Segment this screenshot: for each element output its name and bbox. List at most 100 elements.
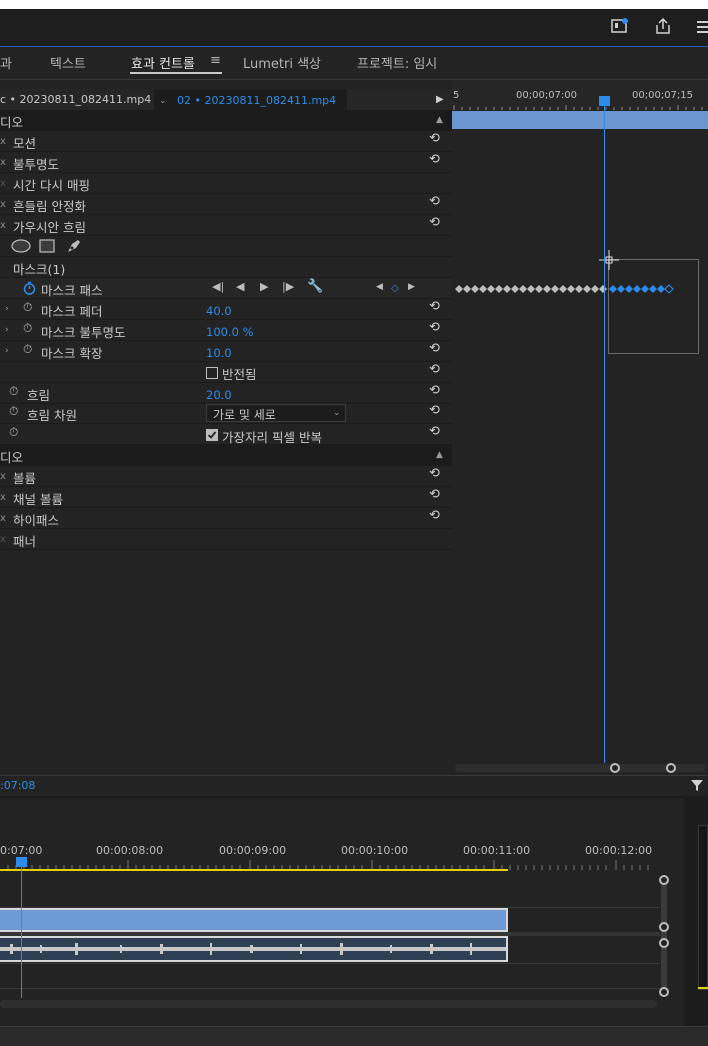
mask-opacity-value[interactable]: 100.0 %	[206, 325, 254, 339]
mask-path-stopwatch-icon[interactable]	[23, 281, 36, 298]
reset-icon[interactable]: ⟲	[429, 487, 440, 502]
collapse-up-icon[interactable]: ▲	[436, 115, 443, 125]
effect-playhead-handle[interactable]	[599, 96, 610, 106]
share-icon[interactable]	[654, 17, 672, 39]
video-section-header[interactable]	[0, 110, 452, 131]
row-volume[interactable]	[0, 466, 452, 487]
track-zoom-handle[interactable]	[659, 875, 669, 885]
stopwatch-icon[interactable]: ⏱	[23, 300, 32, 315]
fx-toggle-icon[interactable]: x	[0, 492, 6, 503]
inverted-checkbox[interactable]	[206, 367, 218, 379]
tab-lumetri-color[interactable]: Lumetri 색상	[243, 53, 321, 72]
track-divider	[0, 988, 660, 989]
row-panner[interactable]	[0, 529, 452, 550]
fx-toggle-icon[interactable]: x	[0, 471, 6, 482]
collapse-up-icon[interactable]: ▲	[436, 450, 443, 460]
pen-mask-icon[interactable]	[66, 238, 82, 257]
track-prev-frame-icon[interactable]: ◀	[236, 280, 244, 293]
track-zoom-handle[interactable]	[659, 987, 669, 997]
tab-text[interactable]: 텍스트	[50, 53, 86, 72]
track-zoom-handle[interactable]	[659, 938, 669, 948]
ruler-label-7-15: 00;00;07;15	[632, 90, 694, 101]
ellipse-mask-icon[interactable]	[11, 239, 31, 256]
stopwatch-icon[interactable]: ⏱	[23, 342, 32, 357]
audio-clip[interactable]	[0, 936, 508, 962]
chevron-down-icon[interactable]: ⌄	[159, 96, 167, 106]
track-backward-icon[interactable]: ◀|	[212, 280, 224, 293]
stopwatch-icon[interactable]: ⏱	[9, 404, 18, 419]
reset-icon[interactable]: ⟲	[429, 403, 440, 418]
timeline-playhead-handle[interactable]	[16, 857, 27, 867]
workspace-menu-icon[interactable]	[697, 19, 708, 38]
current-timecode[interactable]: :07:08	[0, 779, 35, 792]
track-scrollbar-vertical[interactable]	[661, 880, 667, 992]
reset-icon[interactable]: ⟲	[429, 341, 440, 356]
repeat-edge-checkbox[interactable]	[206, 429, 218, 441]
tab-project[interactable]: 프로젝트: 임시	[357, 53, 437, 72]
fx-toggle-icon[interactable]: x	[0, 220, 6, 231]
mask-feather-value[interactable]: 40.0	[206, 304, 232, 318]
reset-icon[interactable]: ⟲	[429, 299, 440, 314]
source-clip-name[interactable]: c • 20230811_082411.mp4	[0, 93, 151, 106]
fx-toggle-icon[interactable]: x	[0, 178, 6, 189]
mask-outline[interactable]	[608, 259, 699, 354]
track-zoom-handle[interactable]	[659, 922, 669, 932]
blurriness-value[interactable]: 20.0	[206, 388, 232, 402]
sequence-clip-name[interactable]: 02 • 20230811_082411.mp4	[177, 94, 336, 107]
panel-menu-icon[interactable]: ≡	[210, 53, 221, 68]
reset-icon[interactable]: ⟲	[429, 508, 440, 523]
stopwatch-icon[interactable]: ⏱	[9, 384, 18, 399]
add-keyframe-icon[interactable]: ◇	[391, 283, 399, 294]
row-channel-volume[interactable]	[0, 487, 452, 508]
scrollbar-handle-right[interactable]	[666, 763, 676, 773]
rectangle-mask-icon[interactable]	[39, 239, 55, 256]
app-header	[0, 9, 708, 47]
stopwatch-icon[interactable]: ⏱	[23, 321, 32, 336]
mask-expand-value[interactable]: 10.0	[206, 346, 232, 360]
reset-icon[interactable]: ⟲	[429, 152, 440, 167]
row-mask1[interactable]	[0, 257, 452, 278]
track-next-frame-icon[interactable]: ▶	[260, 280, 268, 293]
tab-effect-controls[interactable]: 효과 컨트롤	[131, 53, 195, 72]
reset-icon[interactable]: ⟲	[429, 466, 440, 481]
reset-icon[interactable]: ⟲	[429, 194, 440, 209]
reset-icon[interactable]: ⟲	[429, 383, 440, 398]
expand-arrow-icon[interactable]: ›	[5, 325, 9, 335]
tab-partial[interactable]: 과	[0, 53, 12, 72]
fx-toggle-icon[interactable]: x	[0, 513, 6, 524]
fx-toggle-icon[interactable]: x	[0, 157, 6, 168]
work-area-bar[interactable]	[0, 869, 508, 871]
row-opacity[interactable]	[0, 152, 452, 173]
scrollbar-handle-left[interactable]	[610, 763, 620, 773]
expand-arrow-icon[interactable]: ›	[5, 346, 9, 356]
filter-icon[interactable]	[690, 778, 704, 795]
wrench-icon[interactable]: 🔧	[307, 279, 323, 294]
timeline-scrollbar[interactable]	[0, 1000, 657, 1008]
audio-section-header[interactable]	[0, 445, 452, 466]
row-motion[interactable]	[0, 131, 452, 152]
prev-keyframe-icon[interactable]: ◀	[376, 282, 383, 292]
fx-toggle-icon[interactable]: x	[0, 199, 6, 210]
quick-export-icon[interactable]	[611, 18, 629, 38]
next-keyframe-icon[interactable]: ▶	[408, 282, 415, 292]
reset-icon[interactable]: ⟲	[429, 215, 440, 230]
reset-icon[interactable]: ⟲	[429, 424, 440, 439]
reset-icon[interactable]: ⟲	[429, 131, 440, 146]
reset-icon[interactable]: ⟲	[429, 362, 440, 377]
fx-toggle-icon[interactable]: x	[0, 136, 6, 147]
effect-clip-bar[interactable]	[452, 111, 708, 129]
motion-label: 모션	[13, 136, 37, 151]
fx-toggle-icon[interactable]: x	[0, 534, 6, 545]
effect-timeline-area[interactable]	[452, 80, 708, 775]
blurriness-label: 흐림	[27, 388, 51, 403]
mask-path-label: 마스크 패스	[41, 283, 103, 298]
chevron-down-icon[interactable]: ⌄	[333, 408, 341, 418]
effect-playhead-line	[604, 103, 605, 763]
play-only-triangle-icon[interactable]: ▶	[436, 94, 444, 105]
track-forward-icon[interactable]: |▶	[282, 280, 294, 293]
reset-icon[interactable]: ⟲	[429, 320, 440, 335]
expand-arrow-icon[interactable]: ›	[5, 304, 9, 314]
stopwatch-icon[interactable]: ⏱	[9, 425, 18, 440]
video-clip[interactable]	[0, 908, 508, 932]
row-highpass[interactable]	[0, 508, 452, 529]
